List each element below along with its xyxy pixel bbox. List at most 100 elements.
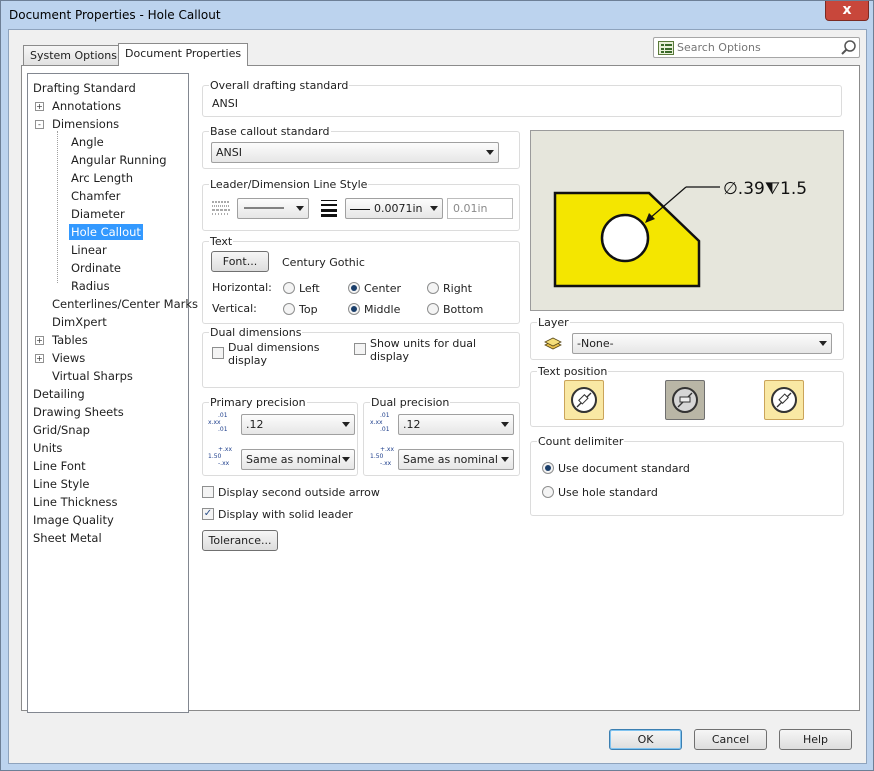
tree-item-radius[interactable]: Radius — [71, 278, 110, 294]
radio-v-top-label: Top — [299, 303, 318, 316]
expand-views-icon[interactable]: + — [35, 354, 44, 363]
primary-precision-label: Primary precision — [209, 396, 307, 409]
dialog-client: System Options Document Properties Draft… — [8, 29, 867, 764]
show-units-checkbox[interactable] — [354, 343, 366, 355]
text-position-aligned-button[interactable] — [764, 380, 804, 420]
radio-h-right-label: Right — [443, 282, 472, 295]
dual-precision-label: Dual precision — [370, 396, 451, 409]
tree-item-units[interactable]: Units — [33, 440, 62, 456]
text-position-inline-button[interactable] — [564, 380, 604, 420]
radio-h-center-label: Center — [364, 282, 402, 295]
tree-item-linear[interactable]: Linear — [71, 242, 107, 258]
base-callout-label: Base callout standard — [209, 125, 331, 138]
tree-item-angle[interactable]: Angle — [71, 134, 104, 150]
precision-icon-value: x.xx — [208, 419, 221, 426]
vertical-label: Vertical: — [212, 302, 257, 315]
radio-h-center[interactable] — [348, 282, 360, 294]
tree-item-arc-length[interactable]: Arc Length — [71, 170, 133, 186]
preview-callout-text: ∅.39⧨1.5 — [723, 179, 807, 199]
help-button[interactable]: Help — [779, 729, 852, 750]
dual-precision-icon-sub: .01 — [380, 426, 390, 433]
tree-item-chamfer[interactable]: Chamfer — [71, 188, 120, 204]
tree-item-centerlines[interactable]: Centerlines/Center Marks — [52, 296, 198, 312]
dual-display-checkbox[interactable] — [212, 347, 224, 359]
precision-icon-sup: .01 — [218, 412, 228, 419]
tree-item-line-thickness[interactable]: Line Thickness — [33, 494, 117, 510]
tree-item-drawing-sheets[interactable]: Drawing Sheets — [33, 404, 124, 420]
radio-v-middle[interactable] — [348, 303, 360, 315]
radio-use-hole-standard-label: Use hole standard — [558, 486, 658, 499]
preview-pane: ∅.39⧨1.5 — [530, 130, 844, 311]
layer-select[interactable]: -None- — [572, 333, 832, 354]
dual-tolerance-icon-sub: -.xx — [380, 460, 392, 467]
line-style-select[interactable] — [237, 198, 309, 219]
search-box[interactable] — [653, 37, 860, 58]
tree-item-sheet-metal[interactable]: Sheet Metal — [33, 530, 102, 546]
dual-precision-icon-sup: .01 — [380, 412, 390, 419]
text-position-horizontal-button[interactable] — [665, 380, 705, 420]
chevron-down-icon — [342, 457, 350, 462]
radio-use-hole-standard[interactable] — [542, 486, 554, 498]
font-name: Century Gothic — [282, 256, 365, 269]
overall-standard-label: Overall drafting standard — [209, 79, 350, 92]
ok-button[interactable]: OK — [609, 729, 682, 750]
dual-precision-icon-value: x.xx — [370, 419, 383, 426]
radio-use-document-standard[interactable] — [542, 462, 554, 474]
base-callout-select[interactable]: ANSI — [211, 142, 499, 163]
radio-h-left[interactable] — [283, 282, 295, 294]
close-button[interactable]: x — [825, 1, 869, 21]
collapse-dimensions-icon[interactable]: - — [35, 120, 44, 129]
tree-item-detailing[interactable]: Detailing — [33, 386, 85, 402]
chevron-down-icon — [819, 341, 827, 346]
dual-tolerance-icon: +.xx 1.50 -.xx — [370, 446, 394, 470]
search-icon[interactable] — [841, 40, 857, 56]
dual-display-label: Dual dimensions display — [228, 341, 320, 367]
tree-item-angular-running[interactable]: Angular Running — [71, 152, 167, 168]
tree-item-diameter[interactable]: Diameter — [71, 206, 125, 222]
radio-v-top[interactable] — [283, 303, 295, 315]
tree-item-annotations[interactable]: Annotations — [52, 98, 121, 114]
dual-tolerance-select[interactable]: Same as nominal — [398, 449, 514, 470]
custom-thickness-field[interactable]: 0.01in — [447, 198, 513, 219]
dialog-window: Document Properties - Hole Callout x Sys… — [0, 0, 874, 771]
tree-item-line-style[interactable]: Line Style — [33, 476, 90, 492]
tree-item-hole-callout[interactable]: Hole Callout — [69, 224, 143, 240]
dual-tolerance-value: Same as nominal — [403, 453, 498, 466]
tree-item-ordinate[interactable]: Ordinate — [71, 260, 121, 276]
tab-document-properties[interactable]: Document Properties — [118, 43, 249, 66]
line-thickness-select[interactable]: 0.0071in — [345, 198, 443, 219]
cancel-button[interactable]: Cancel — [694, 729, 767, 750]
primary-tolerance-select[interactable]: Same as nominal — [241, 449, 355, 470]
tree-item-tables[interactable]: Tables — [52, 332, 88, 348]
primary-precision-value: .12 — [246, 418, 264, 431]
tree-item-image-quality[interactable]: Image Quality — [33, 512, 114, 528]
solid-leader-checkbox[interactable]: ✓ — [202, 508, 214, 520]
primary-precision-select[interactable]: .12 — [241, 414, 355, 435]
layer-icon — [544, 337, 562, 350]
tolerance-button[interactable]: Tolerance... — [202, 530, 278, 551]
dual-precision-select[interactable]: .12 — [398, 414, 514, 435]
tolerance-icon-sub: -.xx — [218, 460, 230, 467]
radio-v-bottom[interactable] — [427, 303, 439, 315]
thin-line-icon — [350, 208, 370, 210]
tree-item-drafting-standard[interactable]: Drafting Standard — [33, 80, 136, 96]
second-arrow-checkbox[interactable] — [202, 486, 214, 498]
text-position-horizontal-icon — [672, 387, 698, 413]
tree-item-line-font[interactable]: Line Font — [33, 458, 86, 474]
search-input[interactable] — [677, 40, 837, 55]
expand-annotations-icon[interactable]: + — [35, 102, 44, 111]
expand-tables-icon[interactable]: + — [35, 336, 44, 345]
tree-item-virtual-sharps[interactable]: Virtual Sharps — [52, 368, 133, 384]
tree-item-views[interactable]: Views — [52, 350, 85, 366]
show-units-label: Show units for dual display — [370, 337, 477, 363]
font-button[interactable]: Font... — [211, 251, 269, 272]
tab-system-options[interactable]: System Options — [23, 45, 124, 65]
base-callout-value: ANSI — [216, 146, 242, 159]
solid-leader-label: Display with solid leader — [218, 508, 353, 521]
chevron-down-icon — [501, 422, 509, 427]
tree-item-dimxpert[interactable]: DimXpert — [52, 314, 107, 330]
tree-item-dimensions[interactable]: Dimensions — [52, 116, 119, 132]
text-position-label: Text position — [537, 365, 609, 378]
radio-h-right[interactable] — [427, 282, 439, 294]
tree-item-grid-snap[interactable]: Grid/Snap — [33, 422, 90, 438]
